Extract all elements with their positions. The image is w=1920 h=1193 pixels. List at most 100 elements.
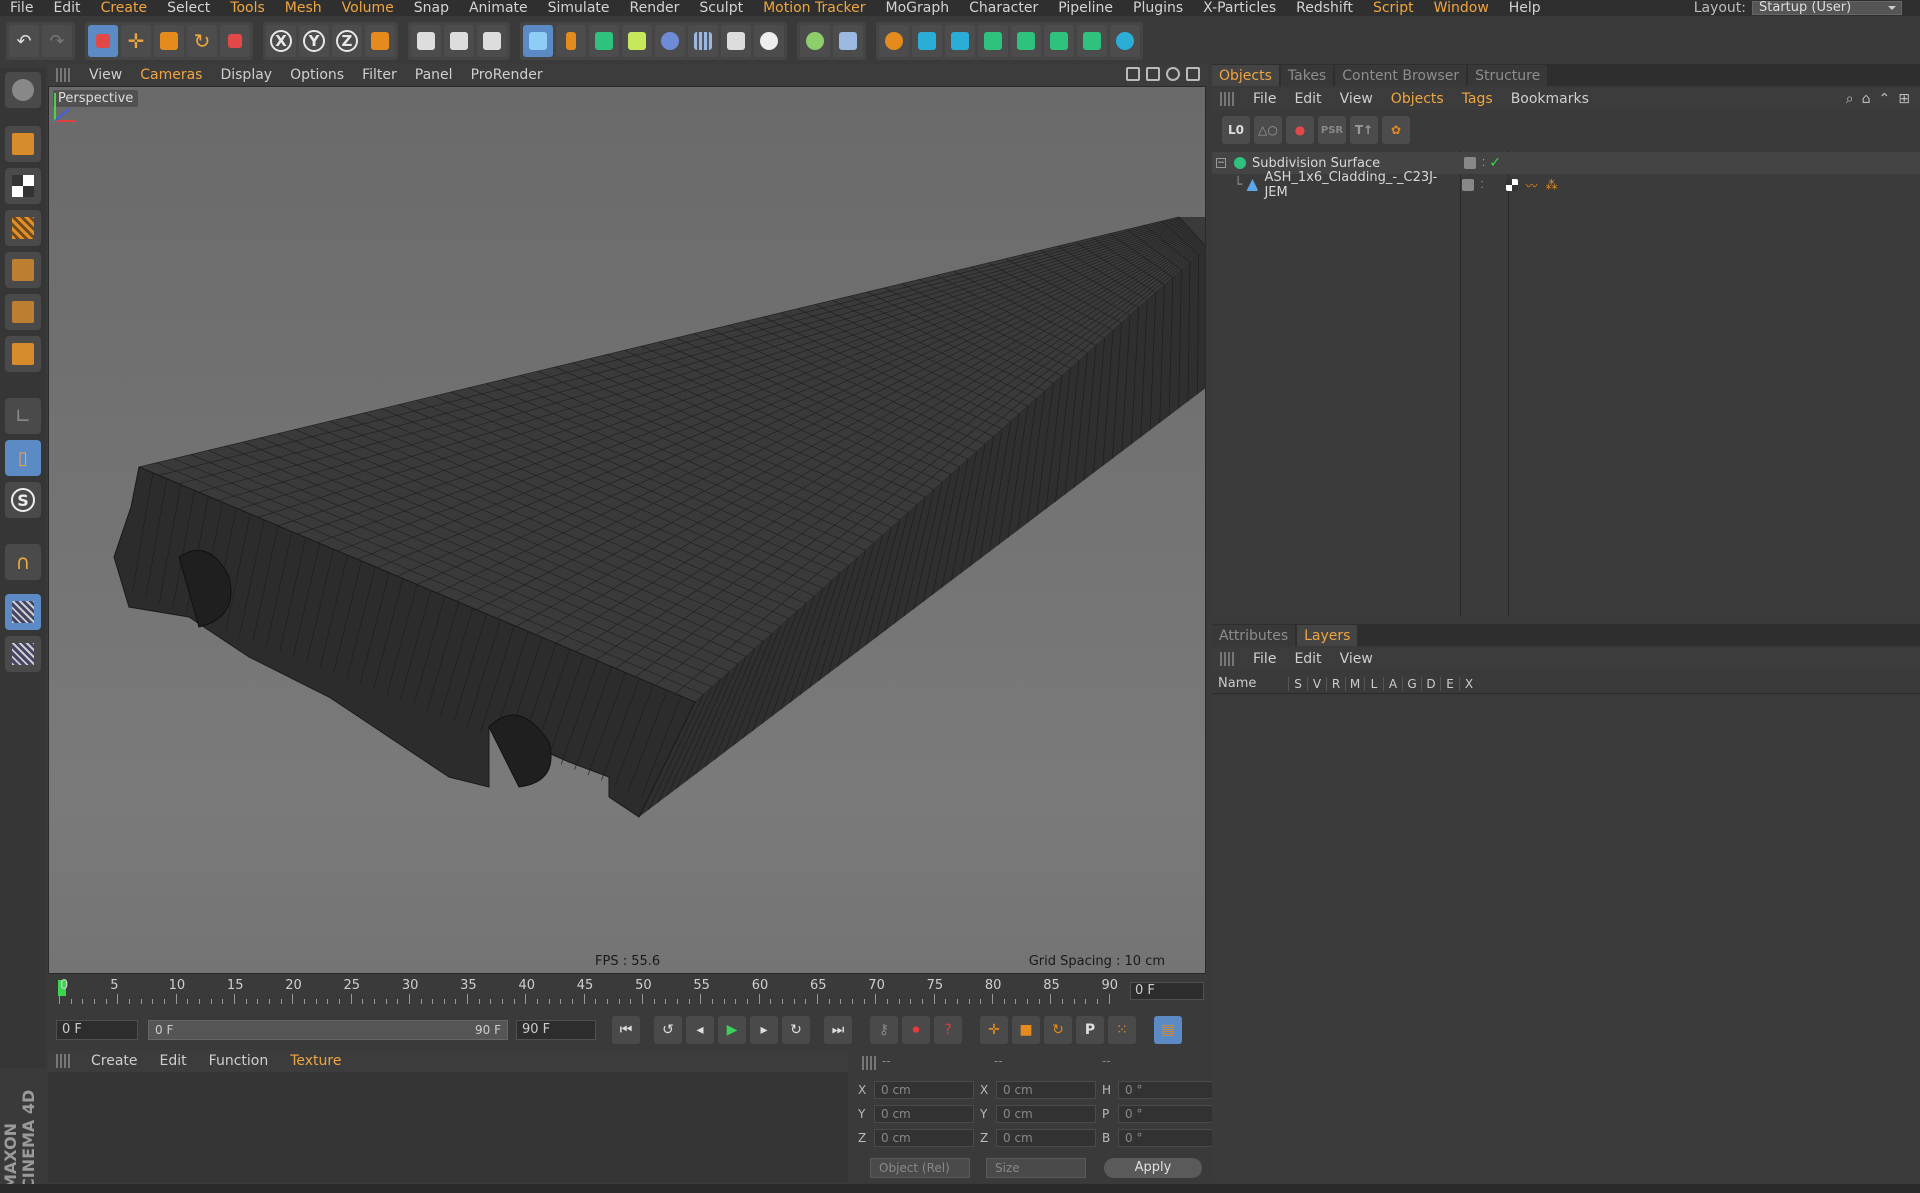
end-frame-field[interactable]: 90 F [516,1020,596,1040]
render-view-button[interactable] [411,25,441,57]
arrow-up-icon[interactable]: ⌃ [1879,91,1891,107]
layer-column-m[interactable]: M [1345,676,1364,691]
key-position-button[interactable]: ✛ [980,1016,1008,1044]
viewport-menu-filter[interactable]: Filter [353,67,406,83]
menu-x-particles[interactable]: X-Particles [1193,0,1286,16]
key-rotation-button[interactable]: ↻ [1044,1016,1072,1044]
objects-menu-bookmarks[interactable]: Bookmarks [1502,91,1598,107]
size-z-field[interactable]: 0 cm [996,1129,1096,1147]
render-picture-viewer-button[interactable] [444,25,474,57]
layer-column-v[interactable]: V [1307,676,1326,691]
render-settings-button[interactable] [477,25,507,57]
psr-filter-button[interactable]: PSR [1318,116,1346,144]
points-mode-button[interactable] [5,252,41,288]
z-axis-button[interactable]: Z [332,25,362,57]
key-parameter-button[interactable]: P [1076,1016,1104,1044]
deformer-button[interactable] [655,25,685,57]
material-manager[interactable] [48,1072,848,1182]
home-icon[interactable]: ⌂ [1862,91,1871,107]
tweak-mode-button[interactable]: ▯ [5,440,41,476]
current-frame-field[interactable]: 0 F [1130,982,1204,1000]
layer-column-x[interactable]: X [1459,676,1478,691]
live-selection-button[interactable] [88,25,118,57]
filter-settings-button[interactable]: ✿ [1382,116,1410,144]
material-tag-icon[interactable]: ⁂ [1546,178,1558,192]
panel-grip-icon[interactable] [56,68,72,82]
objects-menu-edit[interactable]: Edit [1285,91,1330,107]
layer-column-s[interactable]: S [1288,676,1307,691]
objects-menu-file[interactable]: File [1244,91,1285,107]
key-pla-button[interactable]: ⁙ [1108,1016,1136,1044]
previous-frame-button[interactable]: ◂ [686,1016,714,1044]
start-frame-field[interactable]: 0 F [56,1020,138,1040]
menu-pipeline[interactable]: Pipeline [1048,0,1123,16]
next-key-button[interactable]: ↻ [782,1016,810,1044]
move-tool-button[interactable]: ✛ [121,25,151,57]
new-window-icon[interactable]: ⊞ [1898,91,1910,107]
workplane-button[interactable] [833,25,863,57]
tab-structure[interactable]: Structure [1468,65,1548,86]
menu-redshift[interactable]: Redshift [1286,0,1363,16]
size-y-field[interactable]: 0 cm [996,1105,1096,1123]
subdivision-surface-button[interactable] [589,25,619,57]
scale-tool-button[interactable] [154,25,184,57]
menu-edit[interactable]: Edit [43,0,90,16]
pen-spline-button[interactable] [556,25,586,57]
edges-mode-button[interactable] [5,294,41,330]
plugin-tool-4-button[interactable] [1011,25,1041,57]
lock-workplane-button[interactable] [5,594,41,630]
plugin-tool-7-button[interactable] [1110,25,1140,57]
play-forward-button[interactable]: ▶ [718,1016,746,1044]
size-mode-dropdown[interactable]: Size [986,1158,1086,1178]
menu-sculpt[interactable]: Sculpt [689,0,753,16]
plugin-tool-2-button[interactable] [945,25,975,57]
rotate-tool-button[interactable]: ↻ [187,25,217,57]
tab-objects[interactable]: Objects [1212,65,1279,86]
text-filter-button[interactable]: T↑ [1350,116,1378,144]
layer-column-r[interactable]: R [1326,676,1345,691]
object-row-ash-cladding[interactable]: └ ASH_1x6_Cladding_-_C23J-JEM ⁚ 〰 ⁂ [1212,170,1920,200]
workplane-mode-button[interactable] [5,210,41,246]
material-menu-texture[interactable]: Texture [279,1053,352,1069]
layer-column-d[interactable]: D [1421,676,1440,691]
menu-snap[interactable]: Snap [404,0,459,16]
menu-mograph[interactable]: MoGraph [876,0,960,16]
viewport-menu-options[interactable]: Options [281,67,353,83]
next-frame-button[interactable]: ▸ [750,1016,778,1044]
tab-takes[interactable]: Takes [1280,65,1334,86]
snap-magnet-button[interactable]: ∩ [5,544,41,580]
array-button[interactable] [622,25,652,57]
undo-button[interactable]: ↶ [9,25,39,57]
light-button[interactable] [754,25,784,57]
size-x-field[interactable]: 0 cm [996,1081,1096,1099]
material-panel-grip-icon[interactable] [56,1054,72,1068]
menu-create[interactable]: Create [91,0,158,16]
menu-character[interactable]: Character [959,0,1048,16]
rot-h-field[interactable]: 0 ° [1118,1081,1216,1099]
redo-button[interactable]: ↷ [42,25,72,57]
coordinate-system-button[interactable] [365,25,395,57]
axis-mode-button[interactable]: ∟ [5,398,41,434]
record-keys-button[interactable]: ⚷ [870,1016,898,1044]
coord-panel-grip-icon[interactable] [862,1056,878,1070]
coord-mode-dropdown[interactable]: Object (Rel) [870,1158,970,1178]
keyframe-selection-button[interactable]: ? [934,1016,962,1044]
visibility-dots-icon[interactable]: ⁚ [1480,180,1483,191]
camera-button[interactable] [721,25,751,57]
layers-menu-view[interactable]: View [1331,651,1382,667]
layers-panel-grip-icon[interactable] [1220,652,1236,666]
pan-icon[interactable] [1126,67,1140,81]
floor-button[interactable] [688,25,718,57]
object-manager-tree[interactable]: − Subdivision Surface ⁚ ✓ └ ASH_1x6_Clad… [1212,150,1920,616]
polygons-mode-button[interactable] [5,336,41,372]
go-to-end-button[interactable]: ⏭ [824,1016,852,1044]
objects-menu-view[interactable]: View [1331,91,1382,107]
timeline-ruler[interactable]: 0 5 10 15 20 25 30 35 40 45 50 55 60 65 70 75 80 85 90 [58,978,1118,1006]
menu-file[interactable]: File [0,0,43,16]
layer-column-l[interactable]: L [1364,676,1383,691]
go-to-start-button[interactable]: ⏮ [612,1016,640,1044]
dolly-icon[interactable] [1146,67,1160,81]
scheme-button[interactable]: ▤ [1154,1016,1182,1044]
search-icon[interactable]: ⌕ [1846,91,1854,107]
recent-tools-button[interactable] [220,25,250,57]
